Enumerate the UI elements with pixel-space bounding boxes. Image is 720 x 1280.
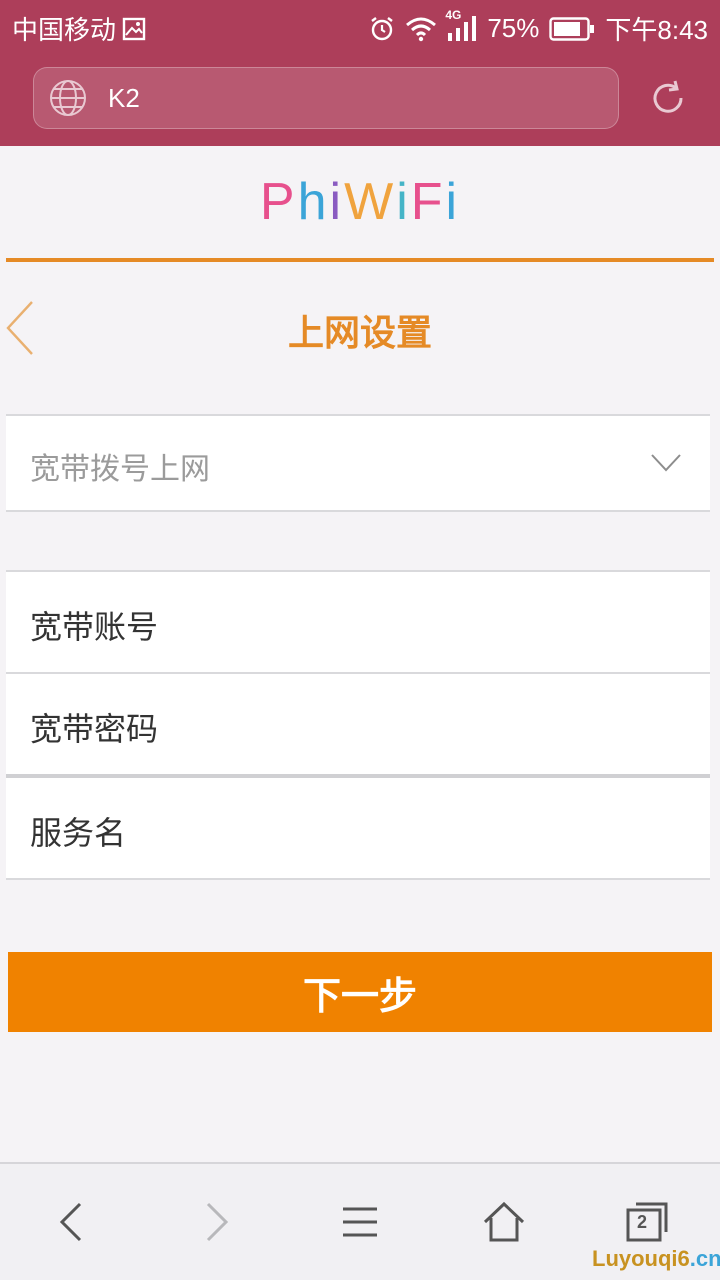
broadband-password-field[interactable]: 宽带密码 (6, 672, 710, 776)
signal-icon: 4G (445, 8, 477, 42)
carrier-label: 中国移动 (12, 15, 117, 45)
service-name-field[interactable]: 服务名 (6, 774, 710, 880)
menu-icon[interactable] (338, 1200, 382, 1244)
broadband-account-label: 宽带账号 (30, 608, 159, 646)
battery-percent: 75% (487, 13, 540, 43)
status-bar: 中国移动 4G 75% 下午8:43 (0, 0, 720, 50)
alarm-icon (369, 16, 395, 42)
reload-icon[interactable] (648, 78, 688, 118)
header-divider (6, 258, 714, 262)
tabs-icon[interactable]: 2 (624, 1200, 672, 1244)
battery-icon (549, 16, 595, 41)
address-bar[interactable]: K2 (33, 67, 619, 129)
phiwifi-logo: PhiWiFi (259, 173, 461, 231)
connection-type-select[interactable]: 宽带拨号上网 (6, 414, 710, 512)
url-text: K2 (108, 82, 140, 113)
service-name-label: 服务名 (30, 814, 127, 852)
chevron-down-icon (650, 452, 682, 474)
broadband-account-field[interactable]: 宽带账号 (6, 570, 710, 674)
page-title: 上网设置 (287, 313, 432, 354)
forward-arrow-icon[interactable] (194, 1200, 238, 1244)
connection-type-value: 宽带拨号上网 (30, 452, 210, 487)
title-bar: 上网设置 (0, 286, 720, 376)
wifi-icon (405, 16, 437, 42)
back-arrow-icon[interactable] (50, 1200, 94, 1244)
watermark-text: Luyouqi6.cn (592, 1246, 720, 1271)
gallery-icon (122, 17, 146, 41)
clock: 下午8:43 (605, 15, 708, 45)
home-icon[interactable] (482, 1200, 526, 1244)
network-type-label: 4G (445, 7, 462, 22)
browser-toolbar: K2 (0, 50, 720, 146)
logo: PhiWiFi (0, 146, 720, 258)
tab-count: 2 (637, 1212, 648, 1232)
page-content: PhiWiFi 上网设置 宽带拨号上网 宽带账号 宽带密码 服务名 下一步 (0, 146, 720, 1162)
next-step-button[interactable]: 下一步 (8, 952, 712, 1032)
globe-icon (48, 78, 88, 118)
broadband-password-label: 宽带密码 (30, 710, 159, 748)
